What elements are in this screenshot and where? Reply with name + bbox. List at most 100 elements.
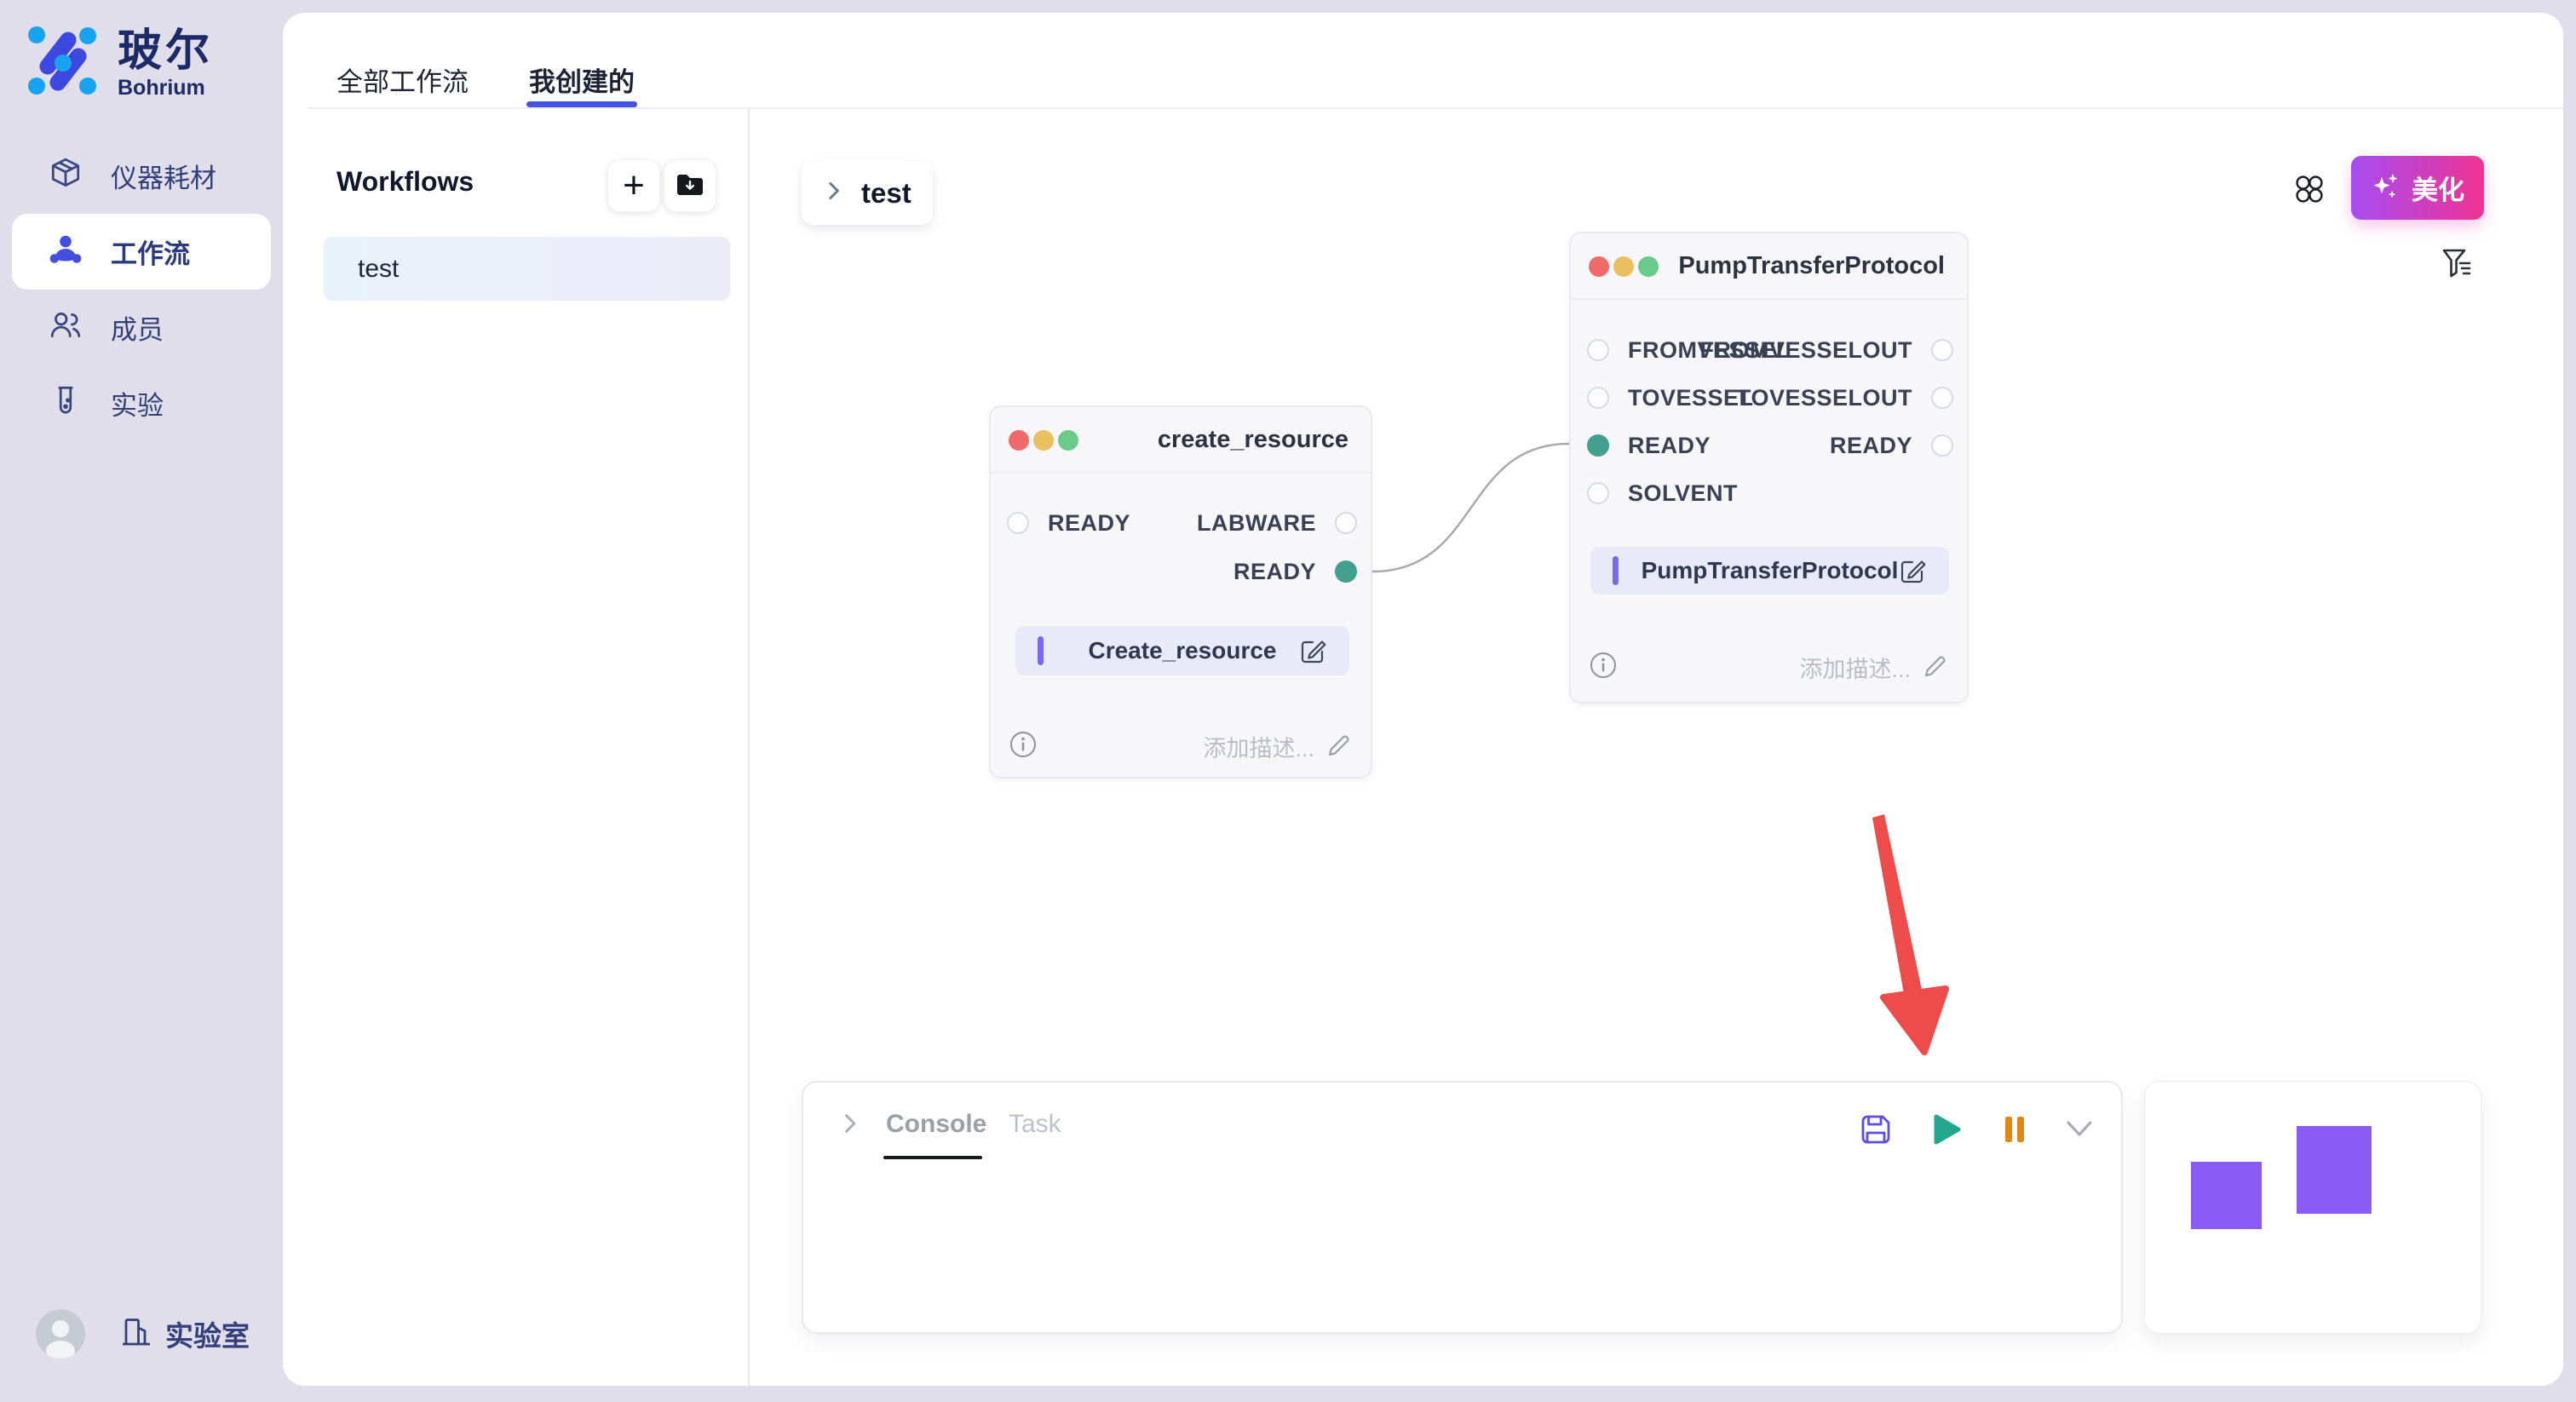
port-handle-connected[interactable] [1587, 434, 1609, 457]
minimap[interactable] [2144, 1081, 2481, 1334]
node-title: create_resource [1158, 426, 1348, 454]
import-workflow-button[interactable] [664, 159, 716, 212]
port-label: READY [1628, 433, 1711, 459]
workspace-switcher[interactable]: 实验室 [119, 1313, 250, 1354]
workflow-list-item-test[interactable]: test [324, 237, 730, 301]
members-icon [48, 307, 83, 348]
chevron-down-icon[interactable] [2061, 1117, 2097, 1152]
port-handle[interactable] [1587, 339, 1609, 361]
sidebar-item-label: 实验 [111, 384, 164, 422]
output-port-tovesselout[interactable]: TOVESSELOUT [1737, 386, 1953, 410]
pencil-icon[interactable] [1921, 653, 1948, 681]
minimap-node [2191, 1162, 2262, 1229]
workspace-label: 实验室 [165, 1313, 250, 1354]
bohrium-logo-icon [26, 24, 99, 101]
command-palette-icon[interactable] [2294, 174, 2325, 204]
sparkles-icon [2371, 170, 2401, 205]
app-name-en: Bohrium [118, 76, 213, 100]
description-placeholder[interactable]: 添加描述... [1799, 651, 1911, 684]
port-handle[interactable] [1931, 387, 1953, 409]
sidebar-item-experiments[interactable]: 实验 [12, 365, 271, 441]
node-create-resource[interactable]: create_resource READY LABWARE READY Crea… [989, 405, 1372, 779]
workflows-panel-title: Workflows [336, 166, 474, 198]
minimap-node [2297, 1126, 2372, 1214]
node-footer: 添加描述... [1009, 729, 1352, 763]
pill-cursor-bar [1038, 636, 1044, 665]
tab-my-created[interactable]: 我创建的 [529, 60, 635, 99]
sidebar-item-workflows[interactable]: 工作流 [12, 214, 271, 290]
play-icon[interactable] [1928, 1112, 1964, 1147]
filter-icon[interactable] [2441, 248, 2472, 280]
sidebar-item-label: 工作流 [111, 233, 190, 271]
node-action-label: PumpTransferProtocol [1590, 557, 1949, 584]
add-workflow-button[interactable]: + [607, 159, 660, 212]
port-label: TOVESSEL [1628, 385, 1754, 411]
port-handle-connected[interactable] [1335, 560, 1357, 583]
tabs-divider [308, 107, 2563, 109]
info-icon[interactable] [1589, 651, 1618, 684]
user-avatar[interactable] [36, 1309, 85, 1359]
console-tab-underline [883, 1156, 982, 1159]
workflow-icon [48, 232, 83, 272]
port-handle[interactable] [1931, 434, 1953, 457]
tab-task[interactable]: Task [1009, 1110, 1061, 1139]
sidebar-footer: 实验室 [36, 1309, 250, 1359]
experiment-icon [48, 383, 83, 423]
output-port-ready[interactable]: READY [1830, 434, 1953, 457]
building-icon [119, 1315, 153, 1353]
app-logo[interactable]: 玻尔 Bohrium [26, 24, 213, 101]
output-port-fromvesselout[interactable]: FROMVESSELOUT [1699, 338, 1953, 362]
info-icon[interactable] [1009, 730, 1038, 763]
traffic-dot-yellow [1613, 256, 1634, 277]
port-handle[interactable] [1007, 512, 1029, 534]
node-action-pill[interactable]: Create_resource [1015, 626, 1349, 675]
port-label: LABWARE [1197, 510, 1316, 537]
console-expand-icon[interactable] [837, 1112, 861, 1135]
pencil-icon[interactable] [1325, 733, 1352, 760]
port-label: SOLVENT [1628, 480, 1738, 507]
traffic-dot-red [1009, 430, 1029, 451]
bohrium-workflow-app: 玻尔 Bohrium 仪器耗材 [0, 0, 2576, 1402]
input-port-tovessel[interactable]: TOVESSEL [1587, 386, 1754, 410]
edit-icon[interactable] [1898, 556, 1927, 585]
sidebar-item-instruments[interactable]: 仪器耗材 [12, 138, 271, 214]
sidebar-item-label: 成员 [111, 308, 164, 347]
tab-all-workflows[interactable]: 全部工作流 [336, 60, 469, 99]
save-icon[interactable] [1858, 1112, 1894, 1147]
input-port-ready[interactable]: READY [1007, 511, 1130, 535]
port-label: READY [1048, 510, 1130, 537]
edit-icon[interactable] [1298, 636, 1327, 665]
sidebar-item-members[interactable]: 成员 [12, 290, 271, 365]
traffic-dot-green [1058, 430, 1078, 451]
beautify-button[interactable]: 美化 [2351, 156, 2484, 220]
port-handle[interactable] [1587, 387, 1609, 409]
output-port-labware[interactable]: LABWARE [1197, 511, 1357, 535]
main-content: 全部工作流 我创建的 Workflows + test [283, 13, 2563, 1386]
workflow-breadcrumb[interactable]: test [802, 161, 933, 225]
console-panel: Console Task [802, 1081, 2123, 1334]
node-footer: 添加描述... [1589, 650, 1948, 684]
node-pump-transfer-protocol[interactable]: PumpTransferProtocol FROMVESSEL TOVESSEL… [1569, 232, 1969, 704]
chevron-right-icon [822, 180, 844, 206]
input-port-ready[interactable]: READY [1587, 434, 1711, 457]
app-name: 玻尔 [118, 26, 213, 76]
input-port-solvent[interactable]: SOLVENT [1587, 481, 1738, 505]
tab-console[interactable]: Console [886, 1110, 986, 1139]
node-action-pill[interactable]: PumpTransferProtocol [1590, 547, 1949, 595]
sidebar-item-label: 仪器耗材 [111, 157, 216, 195]
port-handle[interactable] [1335, 512, 1357, 534]
active-tab-underline [526, 101, 637, 107]
node-title: PumpTransferProtocol [1678, 252, 1945, 280]
panel-divider [748, 108, 750, 1386]
output-port-ready[interactable]: READY [1233, 560, 1357, 583]
port-label: READY [1830, 433, 1912, 459]
folder-import-icon [676, 171, 704, 201]
pill-cursor-bar [1613, 556, 1619, 585]
port-handle[interactable] [1587, 482, 1609, 504]
description-placeholder[interactable]: 添加描述... [1203, 730, 1314, 763]
pause-icon[interactable] [1999, 1113, 2030, 1146]
port-label: FROMVESSELOUT [1699, 337, 1912, 364]
port-handle[interactable] [1931, 339, 1953, 361]
sidebar-nav: 仪器耗材 工作流 [12, 138, 271, 441]
beautify-label: 美化 [2412, 169, 2464, 207]
